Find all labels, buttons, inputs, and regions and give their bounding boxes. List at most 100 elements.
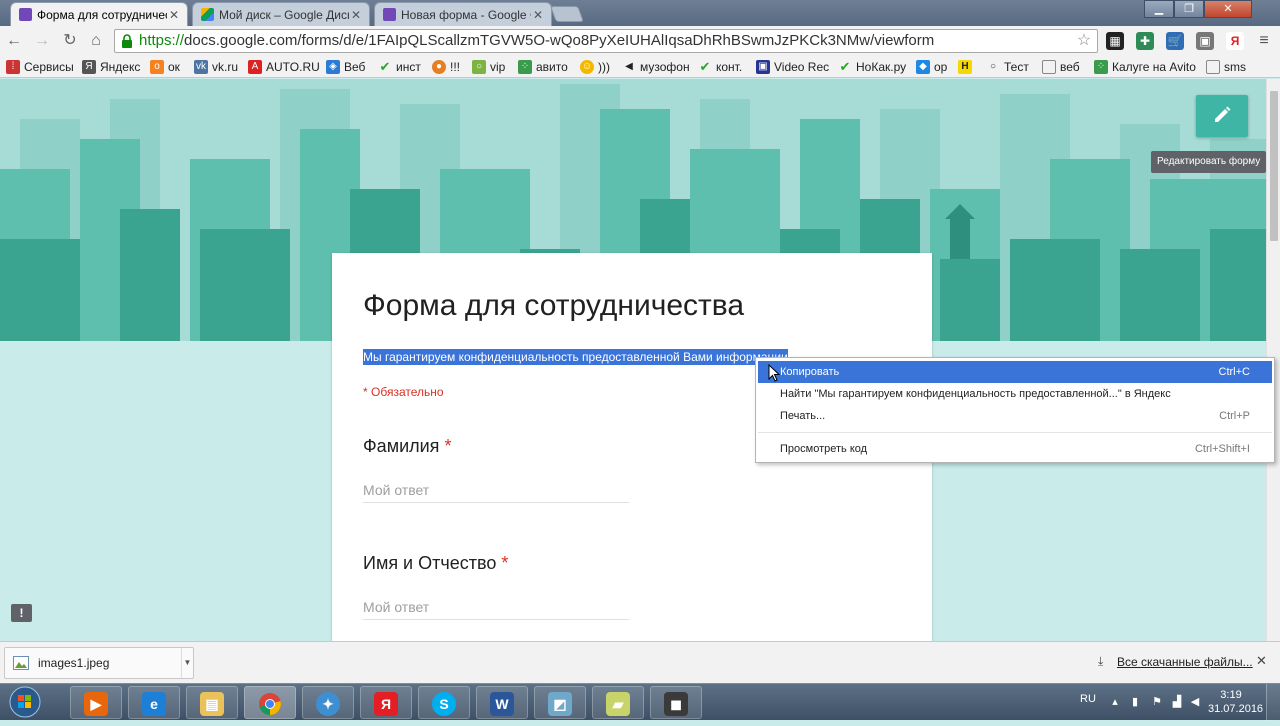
circle-icon: ○ bbox=[989, 61, 997, 72]
close-icon[interactable]: ✕ bbox=[349, 8, 363, 22]
bookmark-item[interactable]: vk vk.ru bbox=[194, 59, 238, 75]
extension-icon[interactable]: ✚ bbox=[1136, 32, 1154, 50]
menu-item-label: Просмотреть код bbox=[780, 443, 868, 455]
chevron-down-icon[interactable]: ▼ bbox=[181, 648, 193, 678]
taskbar-chrome[interactable] bbox=[244, 686, 296, 719]
taskbar-media-player[interactable]: ▶ bbox=[70, 686, 122, 719]
show-desktop-button[interactable] bbox=[1266, 684, 1280, 721]
address-bar[interactable]: https://docs.google.com/forms/d/e/1FAIpQ… bbox=[114, 29, 1098, 53]
bookmark-label: инст bbox=[396, 60, 421, 74]
bookmark-item[interactable]: ◀ музофон bbox=[622, 59, 689, 75]
name-patronymic-input[interactable]: Мой ответ bbox=[363, 596, 629, 620]
bookmark-item[interactable]: ☺))) bbox=[580, 59, 610, 75]
bookmark-item[interactable]: sms bbox=[1206, 59, 1246, 75]
bookmark-label: ок bbox=[168, 60, 180, 74]
close-icon[interactable]: ✕ bbox=[531, 8, 545, 22]
bookmark-item[interactable]: ◈ Веб bbox=[326, 59, 365, 75]
taskbar-skype[interactable]: S bbox=[418, 686, 470, 719]
question-title: Фамилия * bbox=[363, 436, 451, 457]
bookmark-item[interactable]: A AUTO.RU bbox=[248, 59, 320, 75]
bookmark-label: конт. bbox=[716, 60, 743, 74]
yandex-icon[interactable]: Я bbox=[1226, 32, 1244, 50]
bookmark-item[interactable]: H bbox=[958, 59, 976, 75]
bookmark-item[interactable]: ✔ НоКак.ру bbox=[838, 59, 907, 75]
skype-icon: S bbox=[432, 692, 456, 716]
taskbar-app[interactable]: ◼ bbox=[650, 686, 702, 719]
bookmark-item[interactable]: Я Яндекс bbox=[82, 59, 140, 75]
bookmark-item[interactable]: ⁘ Калуге на Avito bbox=[1094, 59, 1196, 75]
home-icon[interactable]: ⌂ bbox=[86, 31, 106, 51]
bookmark-item[interactable]: ⁘ авито bbox=[518, 59, 568, 75]
close-window-button[interactable]: ✕ bbox=[1204, 0, 1252, 18]
menu-item-search-yandex[interactable]: Найти "Мы гарантируем конфиденциальность… bbox=[758, 383, 1272, 405]
feedback-icon[interactable]: ! bbox=[11, 604, 32, 622]
taskbar-notes[interactable]: ▰ bbox=[592, 686, 644, 719]
taskbar-app[interactable]: ◩ bbox=[534, 686, 586, 719]
question-title: Имя и Отчество * bbox=[363, 553, 508, 574]
ok-icon: о bbox=[150, 60, 164, 74]
edit-form-button[interactable] bbox=[1196, 95, 1248, 137]
menu-item-copy[interactable]: Копировать Ctrl+C bbox=[758, 361, 1272, 383]
smile-icon: ☺ bbox=[580, 60, 594, 74]
bookmark-label: AUTO.RU bbox=[266, 60, 320, 74]
menu-item-label: Печать... bbox=[780, 410, 826, 422]
maximize-button[interactable]: ❐ bbox=[1174, 0, 1204, 18]
tab-label: Форма для сотрудничест bbox=[37, 7, 167, 22]
forward-icon[interactable]: → bbox=[32, 31, 52, 51]
menu-item-print[interactable]: Печать... Ctrl+P bbox=[758, 405, 1272, 427]
tab-drive[interactable]: Мой диск – Google Диск ✕ bbox=[192, 2, 370, 26]
drive-icon bbox=[201, 8, 214, 21]
bookmark-item[interactable]: веб bbox=[1042, 59, 1080, 75]
bookmark-item[interactable]: ●!!! bbox=[432, 59, 460, 75]
tab-new-form[interactable]: Новая форма - Google Ф ✕ bbox=[374, 2, 552, 26]
network-icon[interactable]: ▟ bbox=[1170, 695, 1184, 709]
scrollbar-thumb[interactable] bbox=[1270, 91, 1278, 241]
bookmark-icon: ● bbox=[432, 60, 446, 74]
new-tab-button[interactable] bbox=[550, 6, 584, 22]
reload-icon[interactable]: ↻ bbox=[60, 31, 80, 51]
bookmark-item[interactable]: ⁞ Сервисы bbox=[6, 59, 74, 75]
bookmark-item[interactable]: ▣ Video Rec bbox=[756, 59, 829, 75]
volume-icon[interactable]: ◀ bbox=[1188, 695, 1202, 709]
minimize-button[interactable]: ▁ bbox=[1144, 0, 1174, 18]
download-item[interactable]: images1.jpeg ▼ bbox=[4, 647, 194, 679]
start-button[interactable] bbox=[2, 684, 48, 721]
taskbar-word[interactable]: W bbox=[476, 686, 528, 719]
flag-icon[interactable]: ⚑ bbox=[1150, 695, 1164, 709]
edit-form-tooltip: Редактировать форму bbox=[1151, 151, 1266, 173]
bookmark-label: веб bbox=[1060, 60, 1080, 74]
tray-app-icon[interactable]: ▮ bbox=[1128, 695, 1142, 709]
extension-icon[interactable]: ▦ bbox=[1106, 32, 1124, 50]
bookmark-item[interactable]: ◆ ор bbox=[916, 59, 947, 75]
taskbar-explorer[interactable]: ▤ bbox=[186, 686, 238, 719]
bookmark-item[interactable]: ✔ инст bbox=[378, 59, 421, 75]
surname-input[interactable]: Мой ответ bbox=[363, 479, 629, 503]
tab-forms[interactable]: Форма для сотрудничест ✕ bbox=[10, 2, 188, 26]
star-icon[interactable]: ☆ bbox=[1074, 31, 1094, 51]
menu-item-inspect[interactable]: Просмотреть код Ctrl+Shift+I bbox=[758, 438, 1272, 460]
language-indicator[interactable]: RU bbox=[1080, 693, 1096, 705]
cart-icon[interactable]: 🛒 bbox=[1166, 32, 1184, 50]
video-icon: ▣ bbox=[756, 60, 770, 74]
bookmark-item[interactable]: ○ Тест bbox=[986, 59, 1029, 75]
bookmark-icon: A bbox=[248, 60, 262, 74]
bookmark-item[interactable]: ○ vip bbox=[472, 59, 505, 75]
taskbar-internet-explorer[interactable]: e bbox=[128, 686, 180, 719]
tab-label: Мой диск – Google Диск bbox=[219, 7, 349, 22]
clock[interactable]: 3:19 31.07.2016 bbox=[1208, 688, 1263, 716]
taskbar-yandex[interactable]: Я bbox=[360, 686, 412, 719]
taskbar-safari[interactable]: ✦ bbox=[302, 686, 354, 719]
extension-icon[interactable]: ▣ bbox=[1196, 32, 1214, 50]
word-icon: W bbox=[490, 692, 514, 716]
close-icon[interactable]: ✕ bbox=[167, 8, 181, 22]
page-icon bbox=[1206, 60, 1220, 74]
chevron-up-icon[interactable]: ▴ bbox=[1108, 695, 1122, 709]
speaker-icon: ◀ bbox=[625, 61, 633, 72]
close-icon[interactable]: ✕ bbox=[1256, 653, 1267, 669]
bookmark-item[interactable]: ✔ конт. bbox=[698, 59, 743, 75]
back-icon[interactable]: ← bbox=[4, 31, 24, 51]
menu-icon[interactable]: ≡ bbox=[1254, 31, 1274, 51]
bookmark-icon: ◈ bbox=[326, 60, 340, 74]
show-all-downloads-link[interactable]: Все скачанные файлы... bbox=[1117, 655, 1253, 669]
bookmark-item[interactable]: о ок bbox=[150, 59, 180, 75]
